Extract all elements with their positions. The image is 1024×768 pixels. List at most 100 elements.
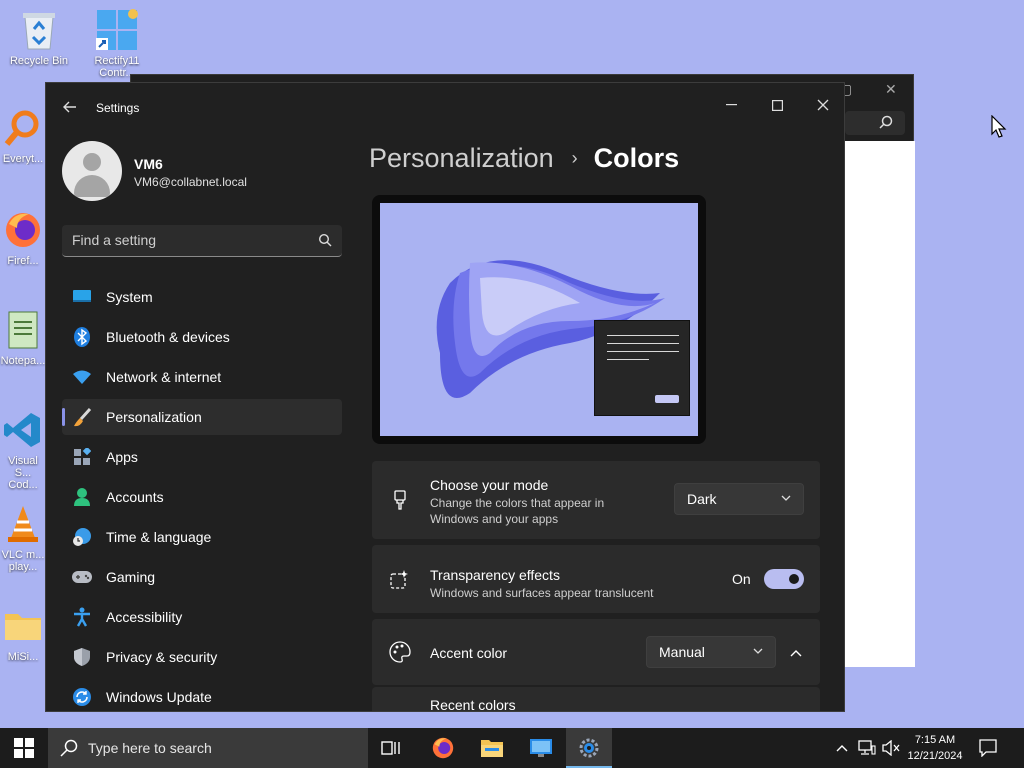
- sidebar-item-apps[interactable]: Apps: [62, 439, 342, 475]
- settings-search-box[interactable]: [62, 225, 342, 257]
- taskbar-firefox[interactable]: [420, 728, 466, 768]
- sidebar-item-label: Network & internet: [106, 369, 222, 385]
- accent-dropdown-value: Manual: [659, 644, 705, 660]
- speaker-muted-icon: [882, 740, 900, 756]
- desktop-icon-vlc[interactable]: VLC m... play...: [0, 502, 46, 573]
- taskbar-file-explorer[interactable]: [469, 728, 515, 768]
- minimize-icon: [725, 104, 737, 106]
- vlc-icon: [1, 502, 45, 546]
- taskbar-clock[interactable]: 7:15 AM 12/21/2024: [900, 732, 970, 764]
- chevron-down-icon: [781, 495, 791, 501]
- maximize-button[interactable]: [754, 89, 800, 121]
- sidebar-item-network[interactable]: Network & internet: [62, 359, 342, 395]
- gamepad-icon: [70, 565, 94, 589]
- page-title: Colors: [593, 143, 680, 173]
- minimize-button[interactable]: [708, 89, 754, 121]
- taskbar-remote-desktop[interactable]: [518, 728, 564, 768]
- breadcrumb-separator: ›: [571, 148, 578, 168]
- desktop-icon-folder[interactable]: MiSi...: [0, 604, 46, 663]
- transparency-subtitle: Windows and surfaces appear translucent: [430, 586, 654, 600]
- background-window-search-icon: [879, 115, 893, 134]
- task-view-button[interactable]: [368, 728, 414, 768]
- sidebar-item-gaming[interactable]: Gaming: [62, 559, 342, 595]
- sidebar-item-label: Windows Update: [106, 689, 212, 705]
- mouse-cursor-icon: [991, 115, 1007, 138]
- avatar[interactable]: [62, 141, 122, 201]
- sidebar-item-label: Bluetooth & devices: [106, 329, 230, 345]
- notification-center-button[interactable]: [976, 728, 1000, 768]
- search-icon[interactable]: [318, 233, 332, 247]
- mode-subtitle-line1: Change the colors that appear in: [430, 496, 605, 510]
- user-name: VM6: [134, 156, 163, 172]
- sidebar-item-privacy[interactable]: Privacy & security: [62, 639, 342, 675]
- choose-mode-card[interactable]: Choose your mode Change the colors that …: [372, 461, 820, 539]
- accent-dropdown[interactable]: Manual: [646, 636, 776, 668]
- sidebar-item-time-language[interactable]: Time & language: [62, 519, 342, 555]
- desktop-icon-label: Visual S... Cod...: [8, 455, 38, 491]
- desktop-icon-label: MiSi...: [7, 651, 39, 663]
- desktop-icon-notepad[interactable]: Notepa...: [0, 308, 46, 367]
- close-button[interactable]: [800, 89, 844, 121]
- chevron-down-icon: [753, 648, 763, 654]
- task-view-icon: [381, 741, 400, 755]
- recent-colors-label: Recent colors: [430, 697, 516, 712]
- sidebar-item-accounts[interactable]: Accounts: [62, 479, 342, 515]
- taskbar-settings[interactable]: [566, 728, 612, 768]
- toggle-knob: [789, 574, 799, 584]
- accent-collapse-button[interactable]: [782, 639, 810, 667]
- sidebar-item-system[interactable]: System: [62, 279, 342, 315]
- avatar-head: [83, 153, 101, 171]
- tray-overflow-button[interactable]: [832, 728, 852, 768]
- firefox-icon: [1, 208, 45, 252]
- preview-line: [607, 335, 679, 336]
- mode-dropdown[interactable]: Dark: [674, 483, 804, 515]
- clock-date: 12/21/2024: [907, 750, 963, 762]
- file-explorer-icon: [481, 740, 503, 757]
- mode-dropdown-value: Dark: [687, 491, 717, 507]
- sparkle-icon: [388, 567, 412, 591]
- background-window-search[interactable]: [845, 111, 905, 135]
- sidebar-item-accessibility[interactable]: Accessibility: [62, 599, 342, 635]
- desktop-icon-firefox[interactable]: Firef...: [0, 208, 46, 267]
- settings-gear-icon: [579, 738, 599, 758]
- paint-brush-mode-icon: [388, 488, 412, 512]
- clock-time: 7:15 AM: [914, 734, 956, 746]
- breadcrumb-parent[interactable]: Personalization: [369, 143, 554, 174]
- start-button[interactable]: [0, 728, 48, 768]
- transparency-card[interactable]: Transparency effects Windows and surface…: [372, 545, 820, 613]
- transparency-state-label: On: [732, 571, 751, 587]
- desktop-icon-everything[interactable]: Everyt...: [0, 106, 46, 165]
- settings-window[interactable]: Settings VM6 VM6@collabnet.local System …: [45, 82, 845, 712]
- accent-color-card[interactable]: Accent color Manual: [372, 619, 820, 685]
- tray-network-button[interactable]: [856, 728, 878, 768]
- apps-icon: [70, 445, 94, 469]
- preview-line: [607, 343, 679, 344]
- preview-line: [607, 351, 679, 352]
- search-icon: [60, 739, 78, 757]
- settings-search-input[interactable]: [72, 225, 302, 255]
- desktop-icon-vscode[interactable]: Visual S... Cod...: [0, 408, 46, 491]
- title-bar[interactable]: Settings: [46, 83, 844, 131]
- sidebar-item-bluetooth[interactable]: Bluetooth & devices: [62, 319, 342, 355]
- wifi-icon: [70, 365, 94, 389]
- sidebar-item-personalization[interactable]: Personalization: [62, 399, 342, 435]
- everything-icon: [1, 106, 45, 150]
- desktop-icon-recycle-bin[interactable]: Recycle Bin: [2, 8, 76, 67]
- sidebar-item-label: Gaming: [106, 569, 156, 585]
- transparency-toggle[interactable]: [764, 569, 804, 589]
- taskbar-search[interactable]: [48, 728, 368, 768]
- update-icon: [70, 685, 94, 709]
- sidebar-item-windows-update[interactable]: Windows Update: [62, 679, 342, 711]
- arrow-left-icon: [63, 101, 76, 113]
- background-window-close-icon[interactable]: ✕: [885, 81, 897, 98]
- taskbar-search-input[interactable]: [88, 740, 348, 756]
- desktop-icon-rectify11[interactable]: Rectify11 Contr...: [80, 8, 154, 79]
- back-button[interactable]: [56, 95, 84, 119]
- preview-line: [607, 359, 649, 360]
- sidebar-item-label: Accounts: [106, 489, 164, 505]
- windows-logo-icon: [14, 738, 34, 758]
- shield-icon: [70, 645, 94, 669]
- mode-title: Choose your mode: [430, 477, 549, 493]
- tray-volume-button[interactable]: [880, 728, 902, 768]
- breadcrumb: Personalization › Colors: [369, 143, 679, 174]
